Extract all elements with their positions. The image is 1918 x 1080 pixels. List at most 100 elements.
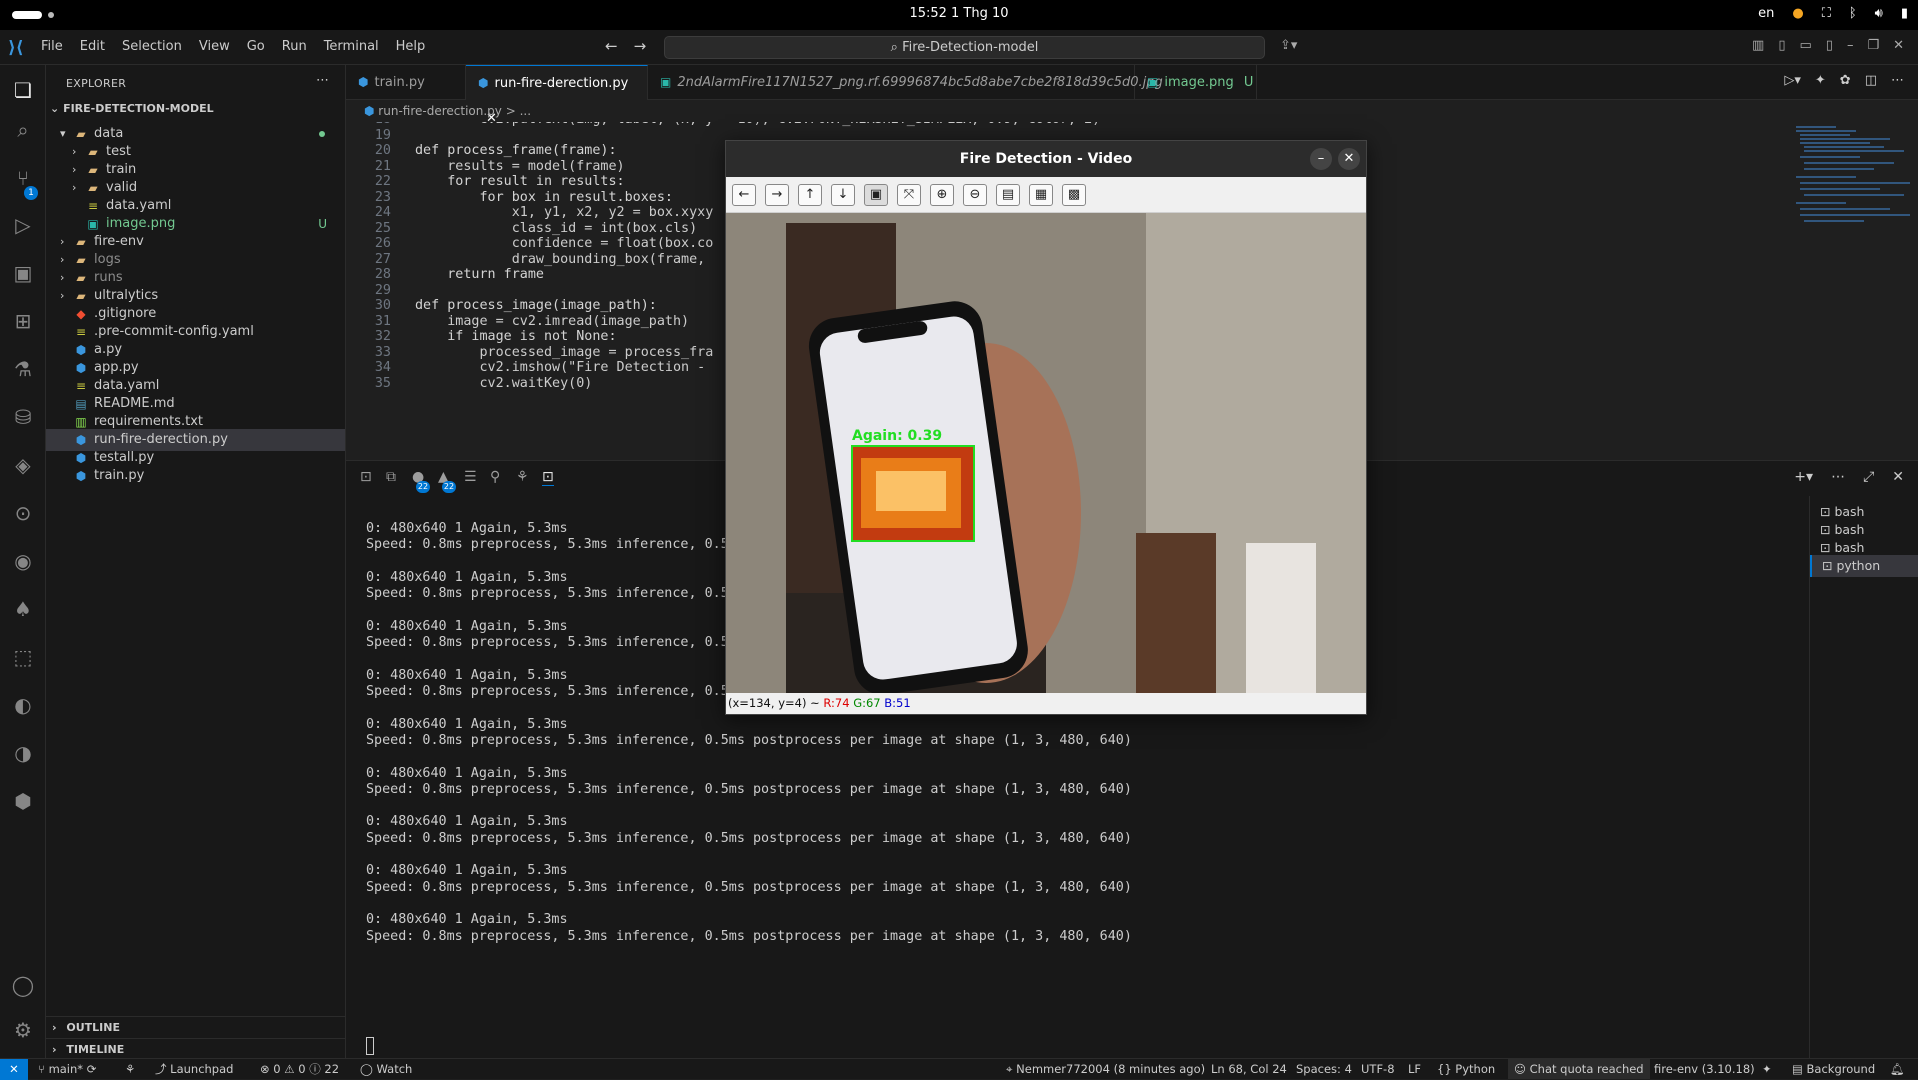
minimize-window-icon[interactable]: – <box>1847 38 1854 53</box>
edge-icon[interactable]: ◐ <box>8 690 38 720</box>
remote-explorer-icon[interactable]: ▣ <box>8 258 38 288</box>
python-icon[interactable]: ⬢ <box>8 786 38 816</box>
accounts-share-icon[interactable]: ⇪▾ <box>1280 38 1297 53</box>
git-branch[interactable]: ⑂ main* ⟳ <box>38 1059 96 1079</box>
timeline-section[interactable]: › TIMELINE <box>46 1038 345 1060</box>
background-item[interactable]: ▤ Background <box>1792 1059 1875 1079</box>
menu-terminal[interactable]: Terminal <box>324 39 379 54</box>
customize-layout-icon[interactable]: ▥ <box>1752 38 1764 53</box>
output-icon[interactable]: ☰ <box>464 469 477 485</box>
remote-indicator-icon[interactable]: ✕ <box>0 1059 28 1080</box>
language-mode[interactable]: {} Python <box>1437 1059 1495 1079</box>
menu-file[interactable]: File <box>41 39 63 54</box>
zoom-original-icon[interactable]: ▣ <box>864 184 888 206</box>
testing-icon[interactable]: ⚗ <box>8 354 38 384</box>
container-icon[interactable]: ⬚ <box>8 642 38 672</box>
copy-icon[interactable]: ▦ <box>1029 184 1053 206</box>
outline-section[interactable]: › OUTLINE <box>46 1016 345 1038</box>
network-icon[interactable]: ⛶ <box>1822 6 1831 21</box>
menu-go[interactable]: Go <box>247 39 265 54</box>
save-icon[interactable]: ▤ <box>996 184 1020 206</box>
properties-icon[interactable]: ▩ <box>1062 184 1086 206</box>
zoom-in-icon[interactable]: ⊕ <box>930 184 954 206</box>
minimize-icon[interactable]: – <box>1310 148 1332 170</box>
menu-selection[interactable]: Selection <box>122 39 182 54</box>
debug-console-icon[interactable]: ⚲ <box>490 469 500 485</box>
kite-icon[interactable]: ◑ <box>8 738 38 768</box>
search-icon[interactable]: ⌕ <box>8 115 38 145</box>
cursor-position[interactable]: Ln 68, Col 24 <box>1211 1059 1287 1079</box>
ports-icon[interactable]: ⧉ <box>386 469 396 485</box>
workspace-root[interactable]: ⌄ FIRE-DETECTION-MODEL <box>50 102 214 115</box>
notifications-bell-icon[interactable]: 🔔︎ <box>1890 1059 1905 1079</box>
close-panel-icon[interactable]: ✕ <box>1892 469 1904 485</box>
menu-view[interactable]: View <box>199 39 230 54</box>
tab-image-png[interactable]: ▣ image.png U <box>1135 65 1257 100</box>
indentation[interactable]: Spaces: 4 <box>1296 1059 1352 1079</box>
bluetooth-icon[interactable]: ᛒ <box>1849 6 1857 21</box>
pan-right-icon[interactable]: → <box>765 184 789 206</box>
close-icon[interactable]: ✕ <box>1338 148 1360 170</box>
launchpad-item[interactable]: ⤴ Launchpad <box>155 1059 233 1079</box>
tree-item[interactable]: ⬢ train.py <box>46 465 345 487</box>
more-actions-icon[interactable]: ⋯ <box>316 73 329 88</box>
pan-up-icon[interactable]: ↑ <box>798 184 822 206</box>
video-frame[interactable]: Again: 0.39 <box>726 213 1366 693</box>
git-blame[interactable]: ⌖ Nemmer772004 (8 minutes ago) <box>1006 1059 1205 1079</box>
new-terminal-icon[interactable]: +▾ <box>1794 469 1813 485</box>
toggle-secondary-sidebar-icon[interactable]: ▯ <box>1826 38 1833 53</box>
database-icon[interactable]: ⛁ <box>8 402 38 432</box>
settings-gear-icon[interactable]: ⚙ <box>8 1015 38 1045</box>
problems-status[interactable]: ⊗ 0 ⚠ 0 ⓘ 22 <box>260 1059 339 1079</box>
chat-status[interactable]: ☺ Chat quota reached <box>1508 1059 1650 1079</box>
tab-run-fire-derection[interactable]: ⬢ run-fire-derection.py ✕ <box>466 65 648 126</box>
tab-image-jpg[interactable]: ▣ 2ndAlarmFire117N1527_png.rf.69996874bc5… <box>648 65 1163 100</box>
explorer-icon[interactable]: ❏ <box>8 75 38 105</box>
language-indicator[interactable]: en <box>1758 6 1774 21</box>
menu-help[interactable]: Help <box>396 39 426 54</box>
command-center-search[interactable]: ⌕ Fire-Detection-model <box>664 36 1265 59</box>
mongodb-leaf-icon[interactable]: ♠ <box>8 594 38 624</box>
copilot-sparkle-icon[interactable]: ✦ <box>1815 73 1826 88</box>
run-debug-icon[interactable]: ▷ <box>8 210 38 240</box>
more-actions-icon[interactable]: ⋯ <box>1891 73 1904 88</box>
restore-window-icon[interactable]: ❐ <box>1867 38 1879 53</box>
pan-left-icon[interactable]: ← <box>732 184 756 206</box>
terminal-tab-icon[interactable]: ⊡ <box>360 469 372 485</box>
pan-down-icon[interactable]: ↓ <box>831 184 855 206</box>
breadcrumb[interactable]: ⬢ run-fire-derection.py > ... <box>346 100 1566 122</box>
zoom-fit-icon[interactable]: ⤧ <box>897 184 921 206</box>
minimap[interactable] <box>1790 122 1910 272</box>
menu-run[interactable]: Run <box>282 39 307 54</box>
maximize-panel-icon[interactable]: ⤢ <box>1863 469 1874 485</box>
account-icon[interactable]: ◯ <box>8 970 38 1000</box>
system-clock[interactable]: 15:52 1 Thg 10 <box>0 6 1918 21</box>
more-actions-icon[interactable]: ⋯ <box>1831 469 1845 485</box>
split-editor-icon[interactable]: ◫ <box>1865 73 1877 88</box>
window-title[interactable]: Fire Detection - Video <box>726 141 1366 177</box>
toggle-panel-icon[interactable]: ▭ <box>1799 38 1811 53</box>
sparkle-icon[interactable]: ✦ <box>1762 1059 1772 1079</box>
menu-edit[interactable]: Edit <box>80 39 105 54</box>
tab-train-py[interactable]: ⬢ train.py <box>346 65 466 100</box>
terminal-active-icon[interactable]: ⊡ <box>542 469 554 486</box>
microphone-icon[interactable]: ● <box>1792 6 1803 21</box>
run-file-icon[interactable]: ▷▾ <box>1784 73 1801 88</box>
chatgpt-icon[interactable]: ✿ <box>1840 73 1851 88</box>
extensions-icon[interactable]: ⊞ <box>8 306 38 336</box>
close-window-icon[interactable]: ✕ <box>1893 38 1904 53</box>
nav-forward-icon[interactable]: → <box>634 37 647 55</box>
gitlens-icon[interactable]: ⚘ <box>516 469 529 485</box>
gitlens-graph-icon[interactable]: ⚘ <box>125 1059 135 1079</box>
terminal-session-python[interactable]: ⊡ python <box>1810 555 1918 577</box>
battery-icon[interactable]: ▮ <box>1901 6 1908 21</box>
layers-icon[interactable]: ◈ <box>8 450 38 480</box>
git-graph-icon[interactable]: ⊙ <box>8 498 38 528</box>
end-of-line[interactable]: LF <box>1408 1059 1421 1079</box>
volume-icon[interactable]: 🔊︎ <box>1875 6 1883 21</box>
zoom-out-icon[interactable]: ⊖ <box>963 184 987 206</box>
watch-item[interactable]: ◯ Watch <box>360 1059 412 1079</box>
toggle-sidebar-icon[interactable]: ▯ <box>1778 38 1785 53</box>
python-env[interactable]: fire-env (3.10.18) <box>1654 1059 1755 1079</box>
encoding[interactable]: UTF-8 <box>1361 1059 1395 1079</box>
